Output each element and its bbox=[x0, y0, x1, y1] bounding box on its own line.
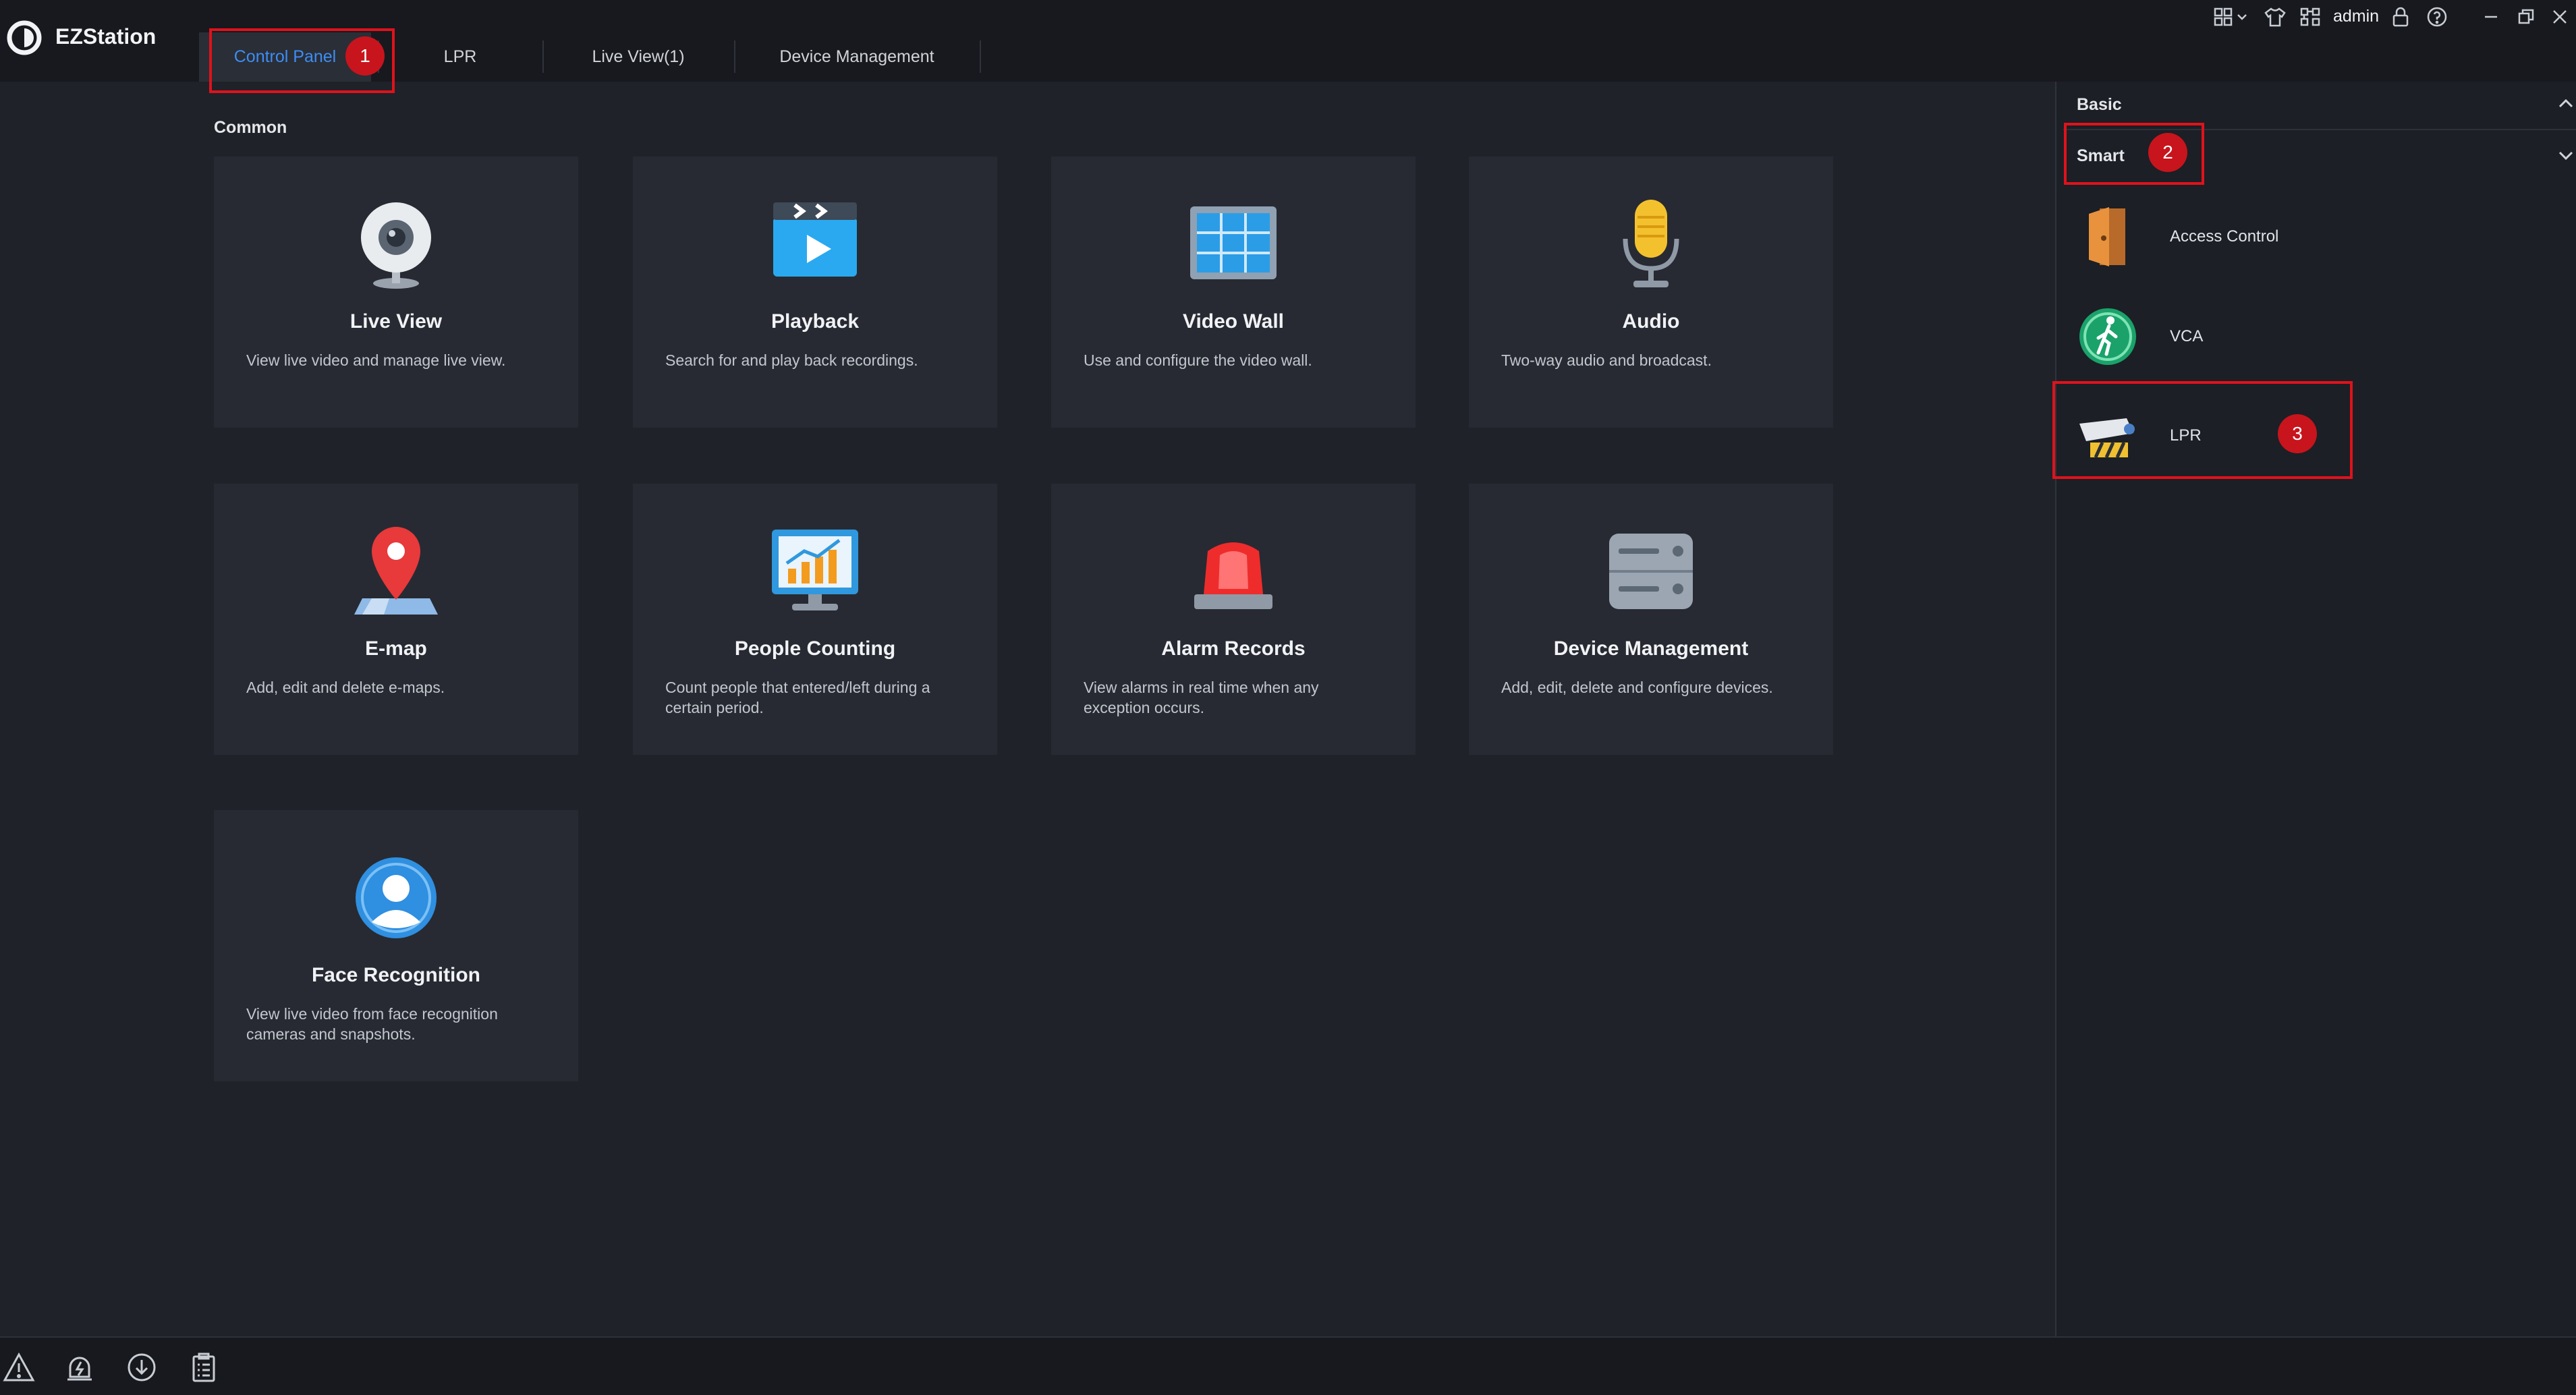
card-description: Search for and play back recordings. bbox=[665, 351, 918, 369]
layout-menu-button[interactable] bbox=[2212, 1, 2252, 32]
shirt-icon bbox=[2264, 7, 2286, 27]
server-icon bbox=[1609, 534, 1693, 609]
card-alarm-records[interactable]: Alarm Records View alarms in real time w… bbox=[1051, 484, 1416, 755]
download-button[interactable] bbox=[125, 1351, 158, 1384]
device-group-button[interactable] bbox=[2297, 1, 2324, 32]
step-badge-1: 1 bbox=[345, 36, 385, 76]
chart-monitor-icon bbox=[772, 530, 858, 610]
webcam-icon bbox=[361, 202, 431, 289]
close-button[interactable] bbox=[2545, 1, 2575, 32]
card-title: Live View bbox=[349, 310, 443, 333]
card-title: Device Management bbox=[1553, 637, 1749, 660]
alarm-light-icon bbox=[1194, 542, 1272, 609]
smart-expand-button[interactable] bbox=[2557, 146, 2575, 164]
download-icon bbox=[128, 1353, 156, 1382]
help-icon bbox=[2427, 7, 2447, 27]
help-button[interactable] bbox=[2424, 1, 2451, 32]
tab-label: Live View(1) bbox=[592, 47, 685, 66]
card-description: Count people that entered/left during a … bbox=[665, 679, 930, 716]
card-description: View live video from face recognition ca… bbox=[246, 1005, 498, 1043]
restore-button[interactable] bbox=[2511, 1, 2541, 32]
video-wall-icon bbox=[1190, 206, 1277, 279]
card-video-wall[interactable]: Video Wall Use and configure the video w… bbox=[1051, 156, 1416, 428]
basic-collapse-button[interactable] bbox=[2557, 95, 2575, 113]
network-icon bbox=[2300, 7, 2320, 26]
smart-item-label: VCA bbox=[2170, 327, 2204, 345]
tab-lpr[interactable]: LPR bbox=[379, 32, 541, 82]
card-live-view[interactable]: Live View View live video and manage liv… bbox=[214, 156, 578, 428]
alarm-bell-icon bbox=[67, 1357, 92, 1381]
section-title: Common bbox=[214, 118, 287, 137]
chevron-up-icon bbox=[2558, 98, 2573, 108]
close-icon bbox=[2553, 10, 2567, 24]
bottom-status-bar bbox=[0, 1336, 2576, 1395]
minimize-icon bbox=[2485, 16, 2497, 18]
smart-item-label: Access Control bbox=[2170, 227, 2279, 246]
walking-person-icon bbox=[2079, 308, 2136, 365]
clipboard-list-icon bbox=[192, 1353, 215, 1382]
tab-device-management[interactable]: Device Management bbox=[735, 32, 978, 82]
card-title: E-map bbox=[365, 637, 427, 660]
card-face-recognition[interactable]: Face Recognition View live video from fa… bbox=[214, 810, 578, 1081]
card-device-management[interactable]: Device Management Add, edit, delete and … bbox=[1469, 484, 1833, 755]
card-description: View live video and manage live view. bbox=[246, 351, 506, 369]
skin-button[interactable] bbox=[2262, 1, 2289, 32]
chevron-down-icon bbox=[2558, 151, 2573, 161]
card-title: Video Wall bbox=[1182, 310, 1285, 333]
card-playback[interactable]: Playback Search for and play back record… bbox=[633, 156, 997, 428]
card-e-map[interactable]: E-map Add, edit and delete e-maps. bbox=[214, 484, 578, 755]
card-description: Use and configure the video wall. bbox=[1084, 351, 1312, 369]
door-icon bbox=[2089, 207, 2125, 266]
card-audio[interactable]: Audio Two-way audio and broadcast. bbox=[1469, 156, 1833, 428]
step-badge-2: 2 bbox=[2148, 133, 2187, 172]
restore-icon bbox=[2518, 9, 2534, 24]
card-title: Face Recognition bbox=[311, 964, 481, 986]
card-title: Alarm Records bbox=[1161, 637, 1306, 660]
map-pin-icon bbox=[354, 527, 438, 615]
playback-icon bbox=[773, 202, 857, 277]
right-panel: Basic Smart Access Control VCA LPR bbox=[2055, 82, 2576, 1336]
card-description: View alarms in real time when any except… bbox=[1084, 679, 1319, 716]
card-title: Playback bbox=[771, 310, 860, 333]
card-description: Add, edit, delete and configure devices. bbox=[1501, 679, 1773, 696]
card-description: Add, edit and delete e-maps. bbox=[246, 679, 445, 696]
app-name: EZStation bbox=[55, 24, 157, 49]
lock-icon bbox=[2392, 7, 2409, 27]
card-title: People Counting bbox=[734, 637, 896, 660]
lock-button[interactable] bbox=[2388, 1, 2413, 32]
tab-live-view[interactable]: Live View(1) bbox=[544, 32, 733, 82]
smart-item-access-control[interactable]: Access Control bbox=[2056, 196, 2394, 277]
app-logo-icon bbox=[7, 20, 42, 55]
minimize-button[interactable] bbox=[2476, 1, 2506, 32]
card-people-counting[interactable]: People Counting Count people that entere… bbox=[633, 484, 997, 755]
smart-item-vca[interactable]: VCA bbox=[2056, 296, 2394, 377]
face-icon bbox=[356, 857, 437, 938]
alarm-warning-button[interactable] bbox=[3, 1351, 35, 1384]
user-name[interactable]: admin bbox=[2333, 7, 2379, 26]
microphone-icon bbox=[1623, 200, 1679, 287]
card-description: Two-way audio and broadcast. bbox=[1501, 351, 1712, 369]
tab-divider bbox=[980, 40, 981, 73]
task-list-button[interactable] bbox=[188, 1351, 220, 1384]
warning-icon bbox=[3, 1352, 35, 1382]
step-badge-3: 3 bbox=[2278, 414, 2317, 453]
alarm-bell-button[interactable] bbox=[63, 1351, 96, 1384]
tab-label: LPR bbox=[443, 47, 477, 66]
basic-header[interactable]: Basic bbox=[2077, 95, 2122, 115]
grid-layout-icon bbox=[2214, 7, 2247, 26]
card-title: Audio bbox=[1622, 310, 1680, 333]
tab-label: Device Management bbox=[779, 47, 934, 66]
